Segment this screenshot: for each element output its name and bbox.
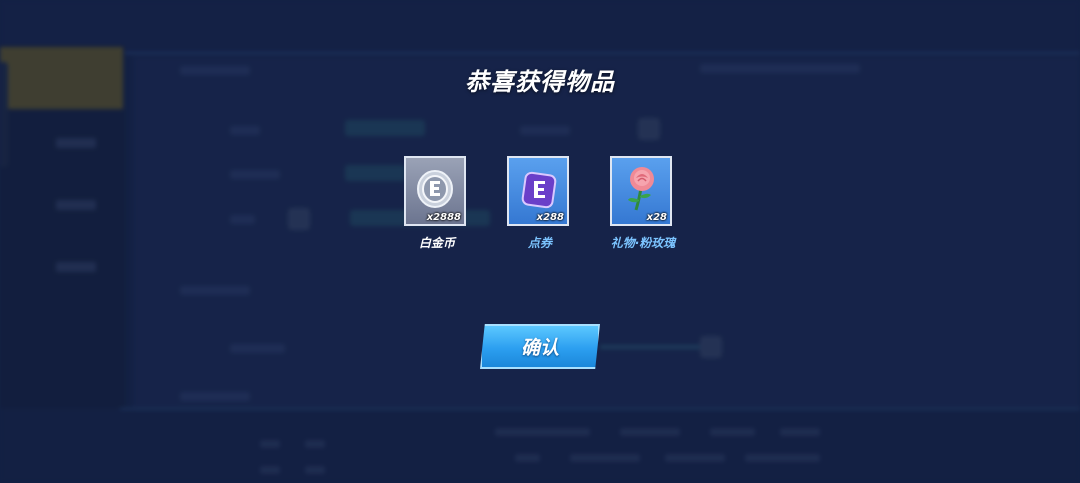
- reward-quantity: x28: [646, 212, 667, 223]
- confirm-button[interactable]: 确认: [480, 324, 600, 369]
- modal-title: 恭喜获得物品: [465, 68, 615, 96]
- pink-rose-icon: [628, 167, 654, 211]
- reward-frame: x28: [610, 156, 672, 226]
- reward-quantity: x288: [536, 212, 564, 223]
- reward-name: 白金币: [418, 236, 455, 250]
- reward-name: 点券: [527, 236, 552, 250]
- voucher-icon: [521, 171, 557, 209]
- reward-quantity: x2888: [426, 212, 461, 223]
- reward-name: 礼物·粉玫瑰: [610, 236, 676, 250]
- reward-frame: x2888: [404, 156, 466, 226]
- reward-frame: x288: [507, 156, 569, 226]
- platinum-coin-icon: [417, 170, 453, 208]
